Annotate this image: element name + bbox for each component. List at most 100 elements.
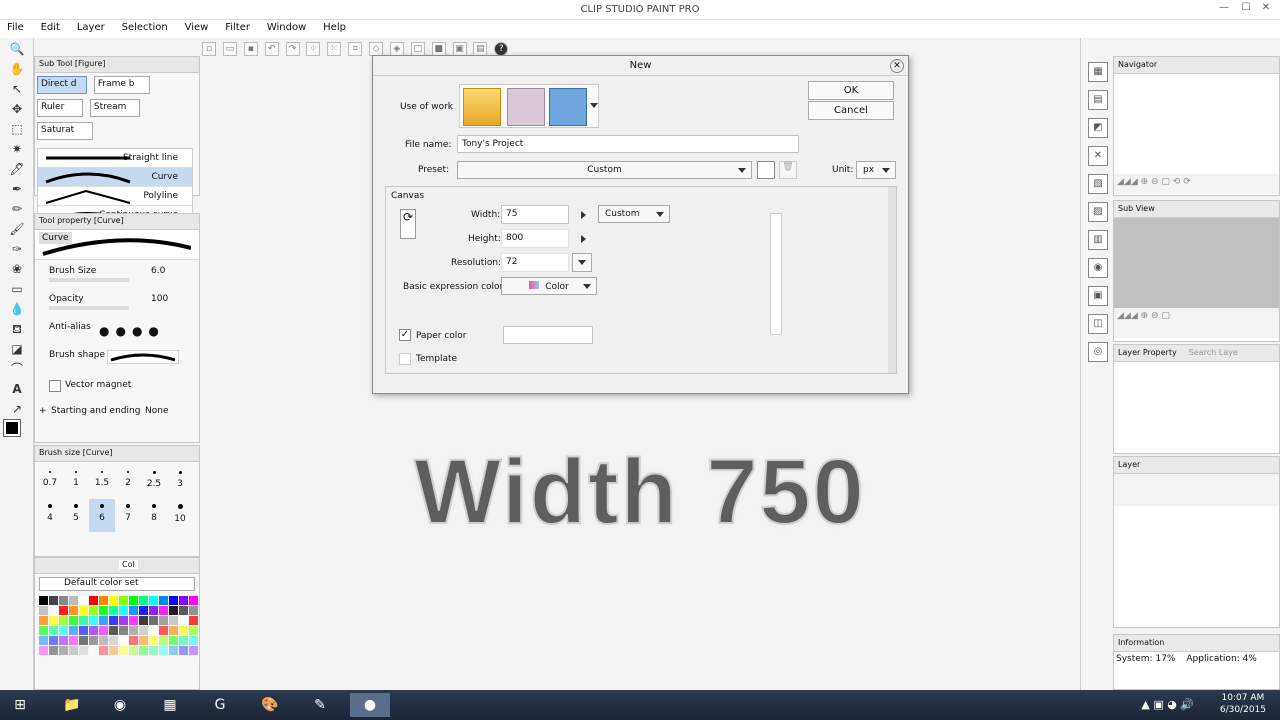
menu-filter[interactable]: Filter	[218, 20, 257, 35]
brush-size-preset[interactable]: 4	[37, 499, 63, 532]
height-arrow-icon[interactable]	[581, 235, 586, 243]
anti-alias-options-icon[interactable]: ●●●●	[99, 324, 165, 338]
brush-size-preset[interactable]: 8	[141, 499, 167, 532]
color-swatch[interactable]	[149, 626, 158, 635]
sub-tool-direct[interactable]: Direct d	[37, 76, 87, 94]
brush-size-preset[interactable]: 10	[167, 499, 193, 532]
color-swatch[interactable]	[109, 646, 118, 655]
settings-icon[interactable]: ▤	[473, 42, 488, 56]
pen-icon[interactable]: ✒	[6, 180, 28, 198]
figure-icon[interactable]: ⌒	[6, 360, 28, 378]
color-swatch[interactable]	[139, 616, 148, 625]
color-swatch[interactable]	[159, 636, 168, 645]
color-swatch[interactable]	[149, 596, 158, 605]
color-swatch[interactable]	[139, 626, 148, 635]
sub-tool-ruler[interactable]: Ruler	[37, 99, 83, 117]
color-swatch[interactable]	[49, 606, 58, 615]
color-swatch[interactable]	[179, 606, 188, 615]
maximize-button[interactable]: ☐	[1236, 2, 1256, 16]
color-swatch[interactable]	[119, 616, 128, 625]
select-all-icon[interactable]: ⁘	[306, 42, 321, 56]
menu-window[interactable]: Window	[260, 20, 313, 35]
color-swatch[interactable]	[59, 606, 68, 615]
minimize-button[interactable]: —	[1214, 2, 1234, 16]
menu-file[interactable]: File	[0, 20, 31, 35]
dialog-close-icon[interactable]: ✕	[890, 59, 904, 73]
stamp-icon[interactable]: ▣	[452, 42, 467, 56]
curve-item-straight-line[interactable]: Straight line	[38, 149, 192, 168]
eraser-icon[interactable]: ▭	[6, 280, 28, 298]
color-swatch[interactable]	[149, 606, 158, 615]
explorer-icon[interactable]: 📁	[52, 693, 92, 717]
vector-magnet-checkbox[interactable]	[49, 380, 61, 392]
color-swatch[interactable]	[179, 646, 188, 655]
color-swatch[interactable]	[129, 596, 138, 605]
color-swatch[interactable]	[109, 596, 118, 605]
color-set-dropdown[interactable]: Default color set	[39, 577, 195, 591]
color-swatch[interactable]	[49, 646, 58, 655]
color-swatch[interactable]	[159, 616, 168, 625]
material-icon[interactable]: ▦	[1088, 62, 1108, 82]
ok-button[interactable]: OK	[808, 81, 894, 100]
brush-size-preset[interactable]: 7	[115, 499, 141, 532]
new-file-icon[interactable]: ▫	[202, 42, 216, 56]
width-arrow-icon[interactable]	[581, 211, 586, 219]
operation-icon[interactable]: ↖	[6, 80, 28, 98]
color-swatch[interactable]	[39, 606, 48, 615]
color-swatch[interactable]	[179, 616, 188, 625]
color-swatch[interactable]	[69, 616, 78, 625]
color-swatch[interactable]	[149, 636, 158, 645]
color-swatch[interactable]	[69, 626, 78, 635]
starting-ending-row[interactable]: + Starting and ending None	[35, 400, 199, 428]
swap-orientation-icon[interactable]: ⟳	[400, 209, 416, 239]
color-swatch[interactable]	[179, 626, 188, 635]
color-swatch[interactable]	[139, 636, 148, 645]
color-swatch[interactable]	[99, 606, 108, 615]
color-swatch[interactable]	[169, 646, 178, 655]
recorder-icon[interactable]: ●	[350, 693, 390, 717]
brush-size-preset[interactable]: 3	[167, 466, 193, 499]
color-swatch[interactable]	[59, 646, 68, 655]
color-swatch[interactable]	[99, 596, 108, 605]
color-swatch[interactable]	[69, 636, 78, 645]
color-swatch[interactable]	[189, 616, 198, 625]
color-swatch[interactable]	[159, 606, 168, 615]
brush-size-preset[interactable]: 1	[63, 466, 89, 499]
color-swatch[interactable]	[49, 626, 58, 635]
fill-tool-icon[interactable]: ⛾	[6, 320, 28, 338]
menu-help[interactable]: Help	[316, 20, 353, 35]
vector-icon[interactable]: ▨	[1088, 202, 1108, 222]
color-swatch[interactable]	[89, 626, 98, 635]
color-swatch[interactable]	[159, 626, 168, 635]
color-swatch[interactable]	[169, 616, 178, 625]
resolution-dropdown[interactable]	[572, 253, 592, 272]
color-swatch[interactable]	[109, 626, 118, 635]
color-swatch[interactable]	[119, 626, 128, 635]
selection-icon[interactable]: ⬚	[6, 120, 28, 138]
color-swatch[interactable]	[109, 636, 118, 645]
color-swatch[interactable]	[99, 616, 108, 625]
color-swatch[interactable]	[169, 596, 178, 605]
color-swatch[interactable]	[189, 646, 198, 655]
color-swatch[interactable]	[39, 636, 48, 645]
anti-alias-row[interactable]: Anti-alias ●●●●	[35, 316, 199, 344]
color-swatch[interactable]	[139, 596, 148, 605]
calculator-icon[interactable]: ▦	[150, 693, 190, 717]
fill-icon[interactable]: ■	[431, 42, 446, 56]
brush-size-preset-selected[interactable]: 6	[89, 499, 115, 532]
clear-layer-icon[interactable]: ✕	[1088, 146, 1108, 166]
color-swatch[interactable]	[89, 596, 98, 605]
brush-size-row[interactable]: Brush Size 6.0	[35, 260, 199, 288]
navigator-controls[interactable]: ◢◢◢ ⊕ ⊖ ▢ ⟲ ⟳	[1114, 174, 1279, 194]
color-swatch[interactable]	[39, 596, 48, 605]
brush-size-preset[interactable]: 0.7	[37, 466, 63, 499]
preset-dropdown[interactable]: Custom	[457, 161, 752, 179]
paint-icon[interactable]: 🎨	[250, 693, 290, 717]
color-swatch[interactable]	[189, 636, 198, 645]
color-swatch[interactable]	[79, 626, 88, 635]
vector-magnet-row[interactable]: Vector magnet	[35, 372, 199, 400]
color-swatch[interactable]	[119, 636, 128, 645]
color-swatch[interactable]	[79, 596, 88, 605]
clear-icon[interactable]: □	[410, 42, 425, 56]
color-swatch[interactable]	[109, 616, 118, 625]
